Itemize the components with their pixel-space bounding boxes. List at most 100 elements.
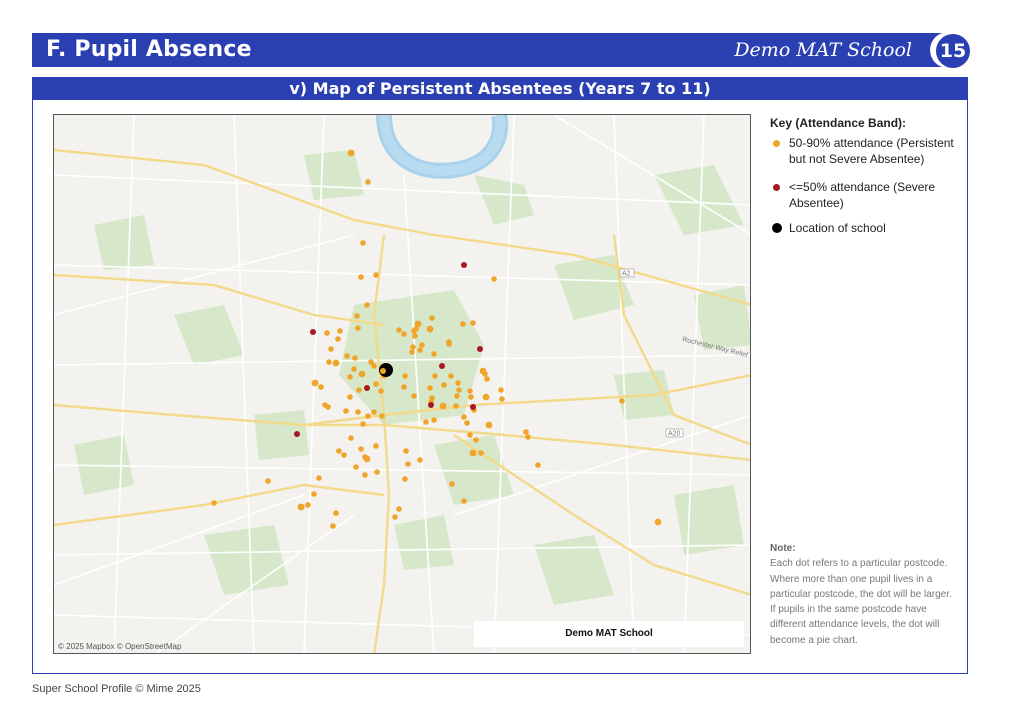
persistent-absentee-dot [343, 408, 349, 414]
persistent-absentee-dot [482, 393, 490, 401]
map-attribution[interactable]: © 2025 Mapbox © OpenStreetMap [58, 642, 181, 651]
severe-absentee-dot [477, 346, 483, 352]
absentee-map[interactable]: A2 A20 Rochester Way Relief Demo MAT Sch… [53, 114, 751, 654]
persistent-absentee-dot [482, 371, 488, 377]
persistent-absentee-dot [311, 379, 319, 387]
panel-title: v) Map of Persistent Absentees (Years 7 … [33, 78, 967, 100]
persistent-absentee-dot [619, 398, 625, 404]
persistent-absentee-dot [460, 321, 466, 327]
persistent-absentee-dot [419, 342, 425, 348]
persistent-absentee-dot [365, 179, 371, 185]
persistent-absentee-dot [467, 388, 473, 394]
persistent-absentee-dot [373, 272, 379, 278]
persistent-absentee-dot [409, 349, 415, 355]
persistent-absentee-dot [341, 452, 347, 458]
section-title: F. Pupil Absence [46, 37, 252, 62]
persistent-absentee-dot [351, 366, 357, 372]
persistent-absentee-dot [325, 404, 331, 410]
persistent-absentee-dot [333, 510, 339, 516]
persistent-absentee-dot [311, 491, 317, 497]
persistent-absentee-dot [431, 417, 437, 423]
persistent-absentee-dot [347, 149, 355, 157]
map-school-label-box: Demo MAT School [474, 621, 744, 647]
persistent-absentee-dot [396, 506, 402, 512]
persistent-absentee-dot [318, 384, 324, 390]
persistent-absentee-dot [403, 448, 409, 454]
park-areas [74, 150, 750, 605]
persistent-absentee-dot [426, 325, 434, 333]
persistent-absentee-dot [332, 359, 340, 367]
persistent-absentee-dot [484, 376, 490, 382]
orange-dot-icon [773, 140, 780, 147]
persistent-absentee-dot [374, 469, 380, 475]
severe-absentee-dot [439, 363, 445, 369]
persistent-absentee-dot [411, 393, 417, 399]
key-item-label: <=50% attendance (Severe Absentee) [789, 180, 936, 210]
persistent-absentee-dot [362, 472, 368, 478]
persistent-absentee-dot [429, 315, 435, 321]
key-item-persistent: 50-90% attendance (Persistent but not Se… [770, 135, 960, 167]
persistent-absentee-dot [335, 336, 341, 342]
persistent-absentee-dot [401, 331, 407, 337]
persistent-absentee-dot [353, 464, 359, 470]
persistent-absentee-dot [427, 385, 433, 391]
persistent-absentee-dot [473, 437, 479, 443]
map-canvas: A2 A20 Rochester Way Relief [54, 115, 750, 653]
persistent-absentee-dot [401, 384, 407, 390]
persistent-absentee-dot [468, 394, 474, 400]
persistent-absentee-dot [478, 450, 484, 456]
persistent-absentee-dot [371, 409, 377, 415]
persistent-absentee-dot [371, 363, 377, 369]
persistent-absentee-dot [326, 359, 332, 365]
persistent-absentee-dot [402, 373, 408, 379]
persistent-absentee-dot [405, 461, 411, 467]
persistent-absentee-dot [364, 302, 370, 308]
persistent-absentee-dot [431, 351, 437, 357]
key-item-school: Location of school [770, 220, 960, 236]
persistent-absentee-dot [432, 373, 438, 379]
persistent-absentee-dot [211, 500, 217, 506]
persistent-absentee-dot [365, 413, 371, 419]
persistent-absentee-dot [380, 368, 386, 374]
persistent-absentee-dot [358, 370, 366, 378]
key-item-severe: <=50% attendance (Severe Absentee) [770, 179, 960, 211]
persistent-absentee-dot [410, 344, 416, 350]
persistent-absentee-dot [392, 514, 398, 520]
persistent-absentee-dot [448, 373, 454, 379]
persistent-absentee-dot [373, 381, 379, 387]
persistent-absentee-dot [446, 339, 452, 345]
persistent-absentee-dot [358, 446, 364, 452]
map-basemap: A2 A20 Rochester Way Relief [54, 115, 750, 653]
persistent-absentee-dot [347, 374, 353, 380]
persistent-absentee-dot [347, 394, 353, 400]
map-key: Key (Attendance Band): 50-90% attendance… [770, 116, 960, 245]
persistent-absentee-dot [356, 387, 362, 393]
persistent-absentee-dot [456, 387, 462, 393]
persistent-absentee-dot [417, 347, 423, 353]
persistent-absentee-dot [378, 388, 384, 394]
school-name: Demo MAT School [734, 39, 912, 61]
persistent-absentee-dot [362, 454, 368, 460]
persistent-absentee-dot [352, 355, 358, 361]
persistent-absentee-dot [498, 387, 504, 393]
persistent-absentee-dot [413, 326, 419, 332]
key-title: Key (Attendance Band): [770, 116, 907, 130]
section-header: F. Pupil Absence Demo MAT School [32, 33, 970, 67]
persistent-absentee-dot [461, 498, 467, 504]
persistent-absentee-dot [417, 457, 423, 463]
persistent-absentee-dot [402, 476, 408, 482]
persistent-absentee-dot [454, 393, 460, 399]
persistent-absentee-dot [344, 353, 350, 359]
map-school-label: Demo MAT School [565, 628, 653, 639]
persistent-absentee-dot [449, 481, 455, 487]
severe-absentee-dot [470, 404, 476, 410]
persistent-absentee-dot [439, 402, 447, 410]
persistent-absentee-dot [354, 313, 360, 319]
persistent-absentee-dot [525, 434, 531, 440]
footer: Super School Profile © Mime 2025 [32, 683, 201, 695]
persistent-absentee-dot [523, 429, 529, 435]
persistent-absentee-dot [491, 276, 497, 282]
severe-absentee-dot [461, 262, 467, 268]
map-note: Note: Each dot refers to a particular po… [770, 541, 958, 648]
persistent-absentee-dot [337, 328, 343, 334]
